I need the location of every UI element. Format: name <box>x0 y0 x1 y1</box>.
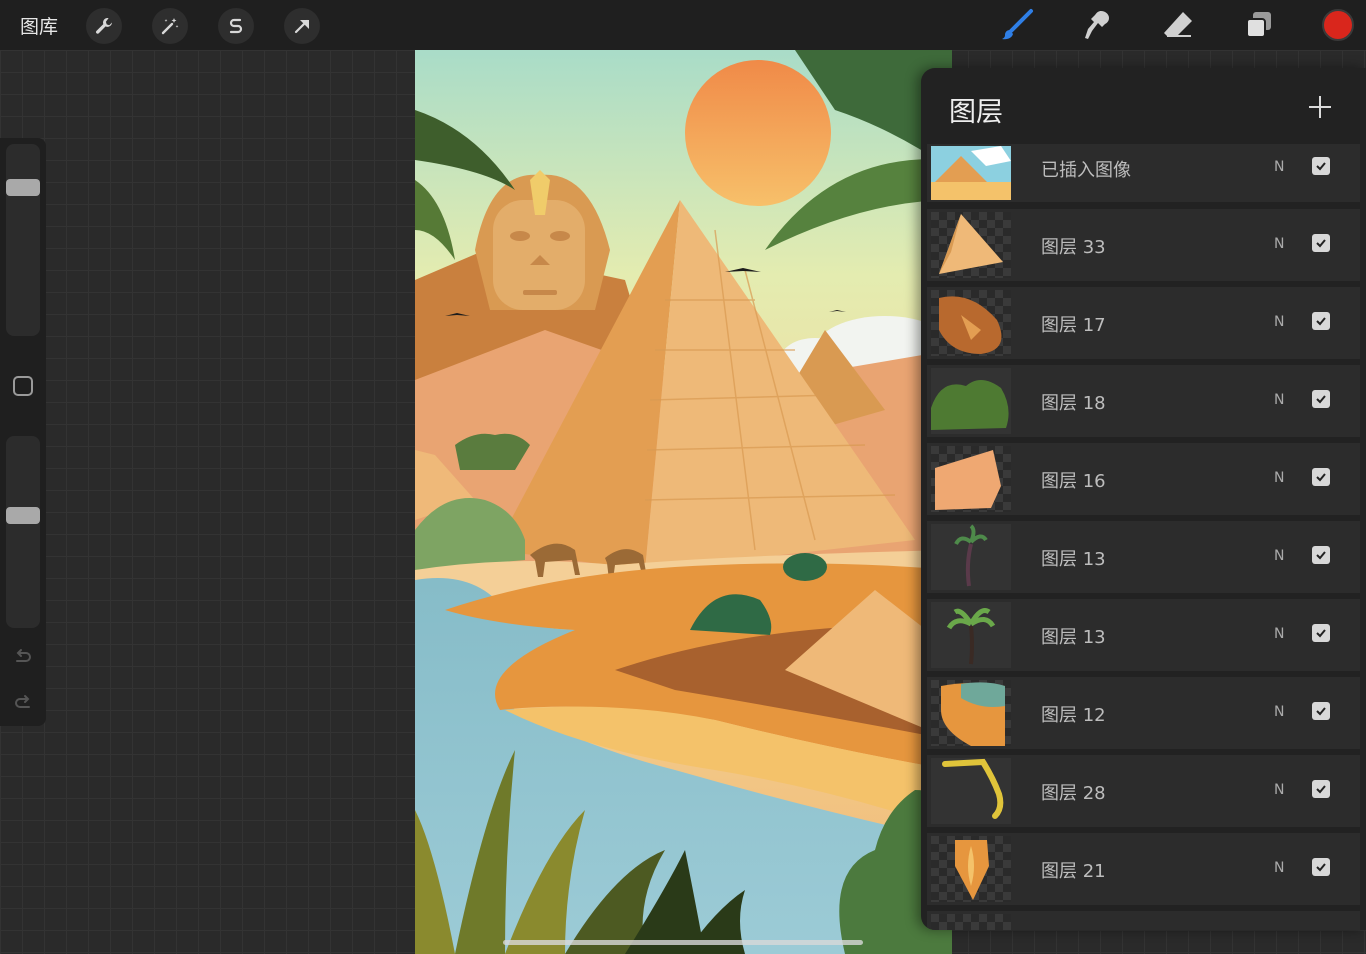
selection-button[interactable] <box>218 8 254 44</box>
layer-visibility-checkbox[interactable] <box>1312 624 1330 642</box>
layer-visibility-checkbox[interactable] <box>1312 234 1330 252</box>
layer-row[interactable]: 图层 16 N <box>927 443 1360 515</box>
redo-button[interactable] <box>12 692 34 714</box>
layer-name: 图层 13 <box>1041 549 1106 570</box>
layer-name: 图层 12 <box>1041 705 1106 726</box>
layer-blend-mode[interactable]: N <box>1274 626 1284 642</box>
brush-size-knob[interactable] <box>6 179 40 196</box>
checkmark-icon <box>1316 551 1326 560</box>
layer-visibility-checkbox[interactable] <box>1312 468 1330 486</box>
layer-name: 图层 16 <box>1041 471 1106 492</box>
undo-button[interactable] <box>12 646 34 668</box>
brush-icon <box>1002 9 1033 40</box>
layer-visibility-checkbox[interactable] <box>1312 312 1330 330</box>
layer-thumbnail <box>931 368 1011 434</box>
layer-blend-mode[interactable]: N <box>1274 782 1284 798</box>
layer-visibility-checkbox[interactable] <box>1312 702 1330 720</box>
undo-icon <box>16 649 31 662</box>
layer-row[interactable]: 图层 13 N <box>927 599 1360 671</box>
smudge-tool[interactable] <box>1079 6 1117 44</box>
checkmark-icon <box>1316 785 1326 794</box>
layer-visibility-checkbox[interactable] <box>1312 546 1330 564</box>
checkmark-icon <box>1316 863 1326 872</box>
layer-row[interactable]: 图层 18 N <box>927 365 1360 437</box>
layer-thumbnail <box>931 680 1011 746</box>
layer-row[interactable] <box>927 911 1360 930</box>
gallery-button[interactable]: 图库 <box>20 12 58 39</box>
layer-blend-mode[interactable]: N <box>1274 860 1284 876</box>
layer-row[interactable]: 图层 21 N <box>927 833 1360 905</box>
layer-name: 图层 21 <box>1041 861 1106 882</box>
wrench-icon <box>96 17 112 34</box>
smudge-icon <box>1085 11 1109 39</box>
checkmark-icon <box>1316 707 1326 716</box>
modify-button[interactable] <box>13 376 33 396</box>
transform-arrow-icon <box>294 19 309 34</box>
layer-row[interactable]: 图层 17 N <box>927 287 1360 359</box>
checkmark-icon <box>1316 162 1326 171</box>
opacity-knob[interactable] <box>6 507 40 524</box>
checkmark-icon <box>1316 473 1326 482</box>
checkmark-icon <box>1316 239 1326 248</box>
layer-blend-mode[interactable]: N <box>1274 314 1284 330</box>
layer-blend-mode[interactable]: N <box>1274 236 1284 252</box>
actions-button[interactable] <box>86 8 122 44</box>
checkmark-icon <box>1316 317 1326 326</box>
layer-name: 图层 33 <box>1041 237 1106 258</box>
drawing-canvas[interactable] <box>415 50 952 954</box>
left-sidebar <box>0 138 46 726</box>
layer-thumbnail <box>931 836 1011 902</box>
layer-thumbnail <box>931 290 1011 356</box>
layers-panel-title: 图层 <box>949 97 1003 128</box>
opacity-slider[interactable] <box>6 436 40 628</box>
layer-blend-mode[interactable]: N <box>1274 159 1284 175</box>
layer-thumbnail <box>931 212 1011 278</box>
brush-size-slider[interactable] <box>6 144 40 336</box>
plus-icon <box>1309 96 1331 118</box>
layer-name: 已插入图像 <box>1041 160 1131 181</box>
magic-wand-icon <box>161 18 179 35</box>
layer-visibility-checkbox[interactable] <box>1312 858 1330 876</box>
layer-blend-mode[interactable]: N <box>1274 392 1284 408</box>
layer-row[interactable]: 图层 12 N <box>927 677 1360 749</box>
selection-s-icon <box>229 18 243 34</box>
layer-visibility-checkbox[interactable] <box>1312 157 1330 175</box>
layer-thumbnail <box>931 758 1011 824</box>
eraser-icon <box>1164 12 1192 37</box>
layer-name: 图层 28 <box>1041 783 1106 804</box>
layer-blend-mode[interactable]: N <box>1274 470 1284 486</box>
layer-blend-mode[interactable]: N <box>1274 704 1284 720</box>
layer-thumbnail <box>931 446 1011 512</box>
layer-name: 图层 17 <box>1041 315 1106 336</box>
layer-row[interactable]: 图层 28 N <box>927 755 1360 827</box>
layer-thumbnail <box>931 914 1011 930</box>
redo-icon <box>15 695 30 708</box>
checkmark-icon <box>1316 629 1326 638</box>
transform-button[interactable] <box>284 8 320 44</box>
layer-visibility-checkbox[interactable] <box>1312 780 1330 798</box>
layer-name: 图层 18 <box>1041 393 1106 414</box>
layer-blend-mode[interactable]: N <box>1274 548 1284 564</box>
layer-thumbnail <box>931 524 1011 590</box>
layers-panel: 图层 已插入图像 N 图层 33 N 图层 17 N 图层 18 N 图层 16… <box>921 68 1366 930</box>
layer-row[interactable]: 已插入图像 N <box>927 144 1360 202</box>
layer-row[interactable]: 图层 33 N <box>927 209 1360 281</box>
layers-icon <box>1246 12 1271 38</box>
layer-name: 图层 13 <box>1041 627 1106 648</box>
add-layer-button[interactable] <box>1307 94 1333 120</box>
layer-thumbnail <box>931 146 1011 200</box>
egypt-illustration <box>415 50 952 954</box>
layer-row[interactable]: 图层 13 N <box>927 521 1360 593</box>
checkmark-icon <box>1316 395 1326 404</box>
color-picker-swatch[interactable] <box>1322 9 1354 41</box>
home-indicator <box>503 940 863 945</box>
layer-visibility-checkbox[interactable] <box>1312 390 1330 408</box>
eraser-tool[interactable] <box>1159 6 1197 44</box>
brush-tool[interactable] <box>998 6 1036 44</box>
layers-tool[interactable] <box>1240 6 1278 44</box>
layer-thumbnail <box>931 602 1011 668</box>
top-toolbar: 图库 <box>0 0 1366 50</box>
adjustments-button[interactable] <box>152 8 188 44</box>
